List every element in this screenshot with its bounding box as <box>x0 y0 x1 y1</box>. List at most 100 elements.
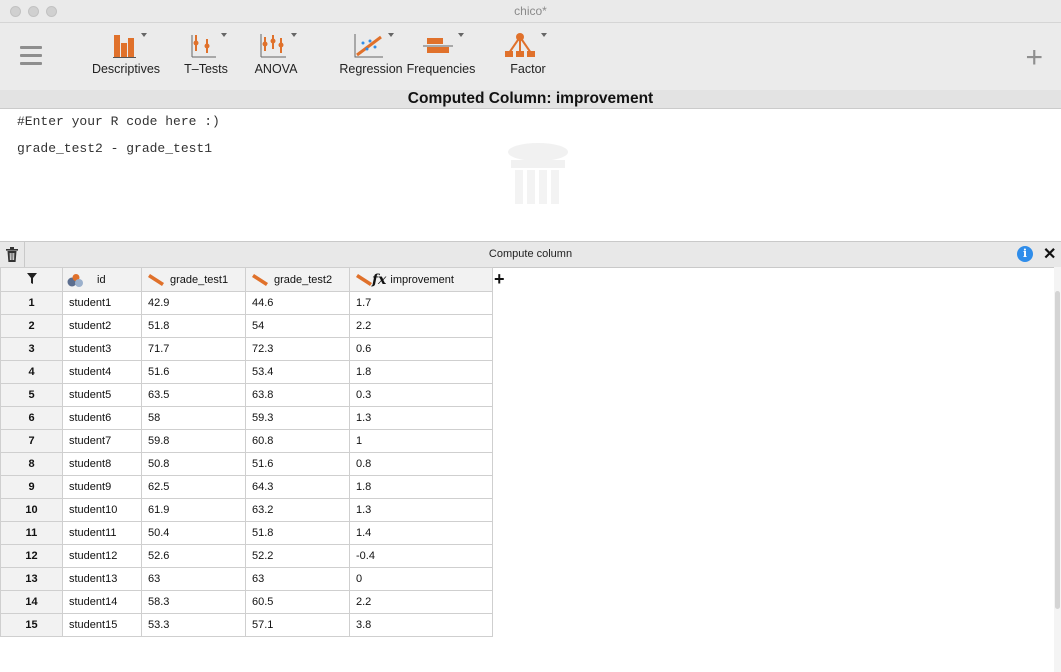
cell-improvement[interactable]: 1.3 <box>349 406 493 430</box>
cell-id[interactable]: student10 <box>62 498 142 522</box>
cell-grade-test1[interactable]: 61.9 <box>141 498 246 522</box>
column-header-grade-test1[interactable]: grade_test1 <box>141 267 246 292</box>
cell-grade-test2[interactable]: 63.8 <box>245 383 350 407</box>
row-number[interactable]: 2 <box>0 314 63 338</box>
cell-grade-test1[interactable]: 63.5 <box>141 383 246 407</box>
factor-button[interactable]: Factor <box>500 29 556 85</box>
row-number[interactable]: 3 <box>0 337 63 361</box>
cell-grade-test2[interactable]: 57.1 <box>245 613 350 637</box>
row-number[interactable]: 1 <box>0 291 63 315</box>
descriptives-button[interactable]: Descriptives <box>88 29 164 85</box>
cell-grade-test2[interactable]: 63 <box>245 567 350 591</box>
cell-improvement[interactable]: 0 <box>349 567 493 591</box>
cell-grade-test2[interactable]: 60.8 <box>245 429 350 453</box>
cell-grade-test1[interactable]: 62.5 <box>141 475 246 499</box>
cell-grade-test2[interactable]: 63.2 <box>245 498 350 522</box>
t-tests-button[interactable]: T–Tests <box>176 29 236 85</box>
cell-grade-test2[interactable]: 51.6 <box>245 452 350 476</box>
cell-grade-test1[interactable]: 50.4 <box>141 521 246 545</box>
cell-improvement[interactable]: 3.8 <box>349 613 493 637</box>
frequencies-button[interactable]: Frequencies <box>404 29 478 85</box>
t-tests-icon <box>191 33 227 58</box>
cell-grade-test2[interactable]: 52.2 <box>245 544 350 568</box>
cell-id[interactable]: student4 <box>62 360 142 384</box>
nominal-text-icon <box>67 273 83 287</box>
cell-id[interactable]: student13 <box>62 567 142 591</box>
cell-id[interactable]: student9 <box>62 475 142 499</box>
cell-improvement[interactable]: 0.8 <box>349 452 493 476</box>
filter-header[interactable] <box>0 267 63 292</box>
cell-id[interactable]: student7 <box>62 429 142 453</box>
row-number[interactable]: 4 <box>0 360 63 384</box>
cell-id[interactable]: student6 <box>62 406 142 430</box>
cell-improvement[interactable]: 2.2 <box>349 314 493 338</box>
cell-grade-test2[interactable]: 54 <box>245 314 350 338</box>
cell-grade-test2[interactable]: 64.3 <box>245 475 350 499</box>
vertical-scrollbar[interactable] <box>1054 267 1061 672</box>
window-titlebar: chico* <box>0 0 1061 23</box>
close-icon[interactable]: ✕ <box>1043 244 1056 264</box>
anova-button[interactable]: ANOVA <box>247 29 305 85</box>
table-row: 5 student5 63.5 63.8 0.3 <box>0 383 493 407</box>
scrollbar-thumb[interactable] <box>1055 291 1060 609</box>
info-icon[interactable]: i <box>1017 246 1033 262</box>
cell-id[interactable]: student1 <box>62 291 142 315</box>
row-number[interactable]: 9 <box>0 475 63 499</box>
cell-grade-test1[interactable]: 58 <box>141 406 246 430</box>
cell-grade-test1[interactable]: 51.6 <box>141 360 246 384</box>
cell-grade-test2[interactable]: 44.6 <box>245 291 350 315</box>
row-number[interactable]: 5 <box>0 383 63 407</box>
row-number[interactable]: 12 <box>0 544 63 568</box>
cell-grade-test1[interactable]: 71.7 <box>141 337 246 361</box>
anova-label: ANOVA <box>254 62 298 76</box>
row-number[interactable]: 14 <box>0 590 63 614</box>
cell-id[interactable]: student2 <box>62 314 142 338</box>
row-number[interactable]: 10 <box>0 498 63 522</box>
cell-id[interactable]: student15 <box>62 613 142 637</box>
cell-grade-test1[interactable]: 58.3 <box>141 590 246 614</box>
cell-improvement[interactable]: 1.8 <box>349 475 493 499</box>
cell-improvement[interactable]: 1 <box>349 429 493 453</box>
cell-grade-test1[interactable]: 63 <box>141 567 246 591</box>
cell-improvement[interactable]: 1.4 <box>349 521 493 545</box>
cell-grade-test2[interactable]: 59.3 <box>245 406 350 430</box>
row-number[interactable]: 7 <box>0 429 63 453</box>
cell-id[interactable]: student14 <box>62 590 142 614</box>
row-number[interactable]: 15 <box>0 613 63 637</box>
cell-id[interactable]: student12 <box>62 544 142 568</box>
row-number[interactable]: 11 <box>0 521 63 545</box>
cell-grade-test2[interactable]: 72.3 <box>245 337 350 361</box>
cell-grade-test1[interactable]: 51.8 <box>141 314 246 338</box>
cell-grade-test1[interactable]: 52.6 <box>141 544 246 568</box>
cell-id[interactable]: student8 <box>62 452 142 476</box>
hamburger-icon[interactable] <box>20 46 42 70</box>
cell-grade-test2[interactable]: 53.4 <box>245 360 350 384</box>
cell-improvement[interactable]: 1.7 <box>349 291 493 315</box>
cell-improvement[interactable]: 0.6 <box>349 337 493 361</box>
add-column-button[interactable]: + <box>494 270 505 288</box>
frequencies-icon <box>423 33 464 53</box>
cell-grade-test1[interactable]: 42.9 <box>141 291 246 315</box>
regression-button[interactable]: Regression <box>336 29 406 85</box>
row-number[interactable]: 13 <box>0 567 63 591</box>
cell-improvement[interactable]: -0.4 <box>349 544 493 568</box>
column-header-grade-test2[interactable]: grade_test2 <box>245 267 350 292</box>
cell-grade-test1[interactable]: 59.8 <box>141 429 246 453</box>
cell-grade-test1[interactable]: 50.8 <box>141 452 246 476</box>
cell-id[interactable]: student5 <box>62 383 142 407</box>
column-header-improvement[interactable]: fx improvement <box>349 267 493 292</box>
cell-grade-test2[interactable]: 51.8 <box>245 521 350 545</box>
row-number[interactable]: 6 <box>0 406 63 430</box>
column-header-id[interactable]: id <box>62 267 142 292</box>
cell-improvement[interactable]: 1.8 <box>349 360 493 384</box>
cell-improvement[interactable]: 2.2 <box>349 590 493 614</box>
cell-improvement[interactable]: 0.3 <box>349 383 493 407</box>
cell-grade-test1[interactable]: 53.3 <box>141 613 246 637</box>
plus-icon[interactable]: + <box>1025 43 1043 73</box>
cell-grade-test2[interactable]: 60.5 <box>245 590 350 614</box>
cell-id[interactable]: student3 <box>62 337 142 361</box>
row-number[interactable]: 8 <box>0 452 63 476</box>
cell-id[interactable]: student11 <box>62 521 142 545</box>
cell-improvement[interactable]: 1.3 <box>349 498 493 522</box>
compute-column-button[interactable]: Compute column <box>0 248 1061 260</box>
